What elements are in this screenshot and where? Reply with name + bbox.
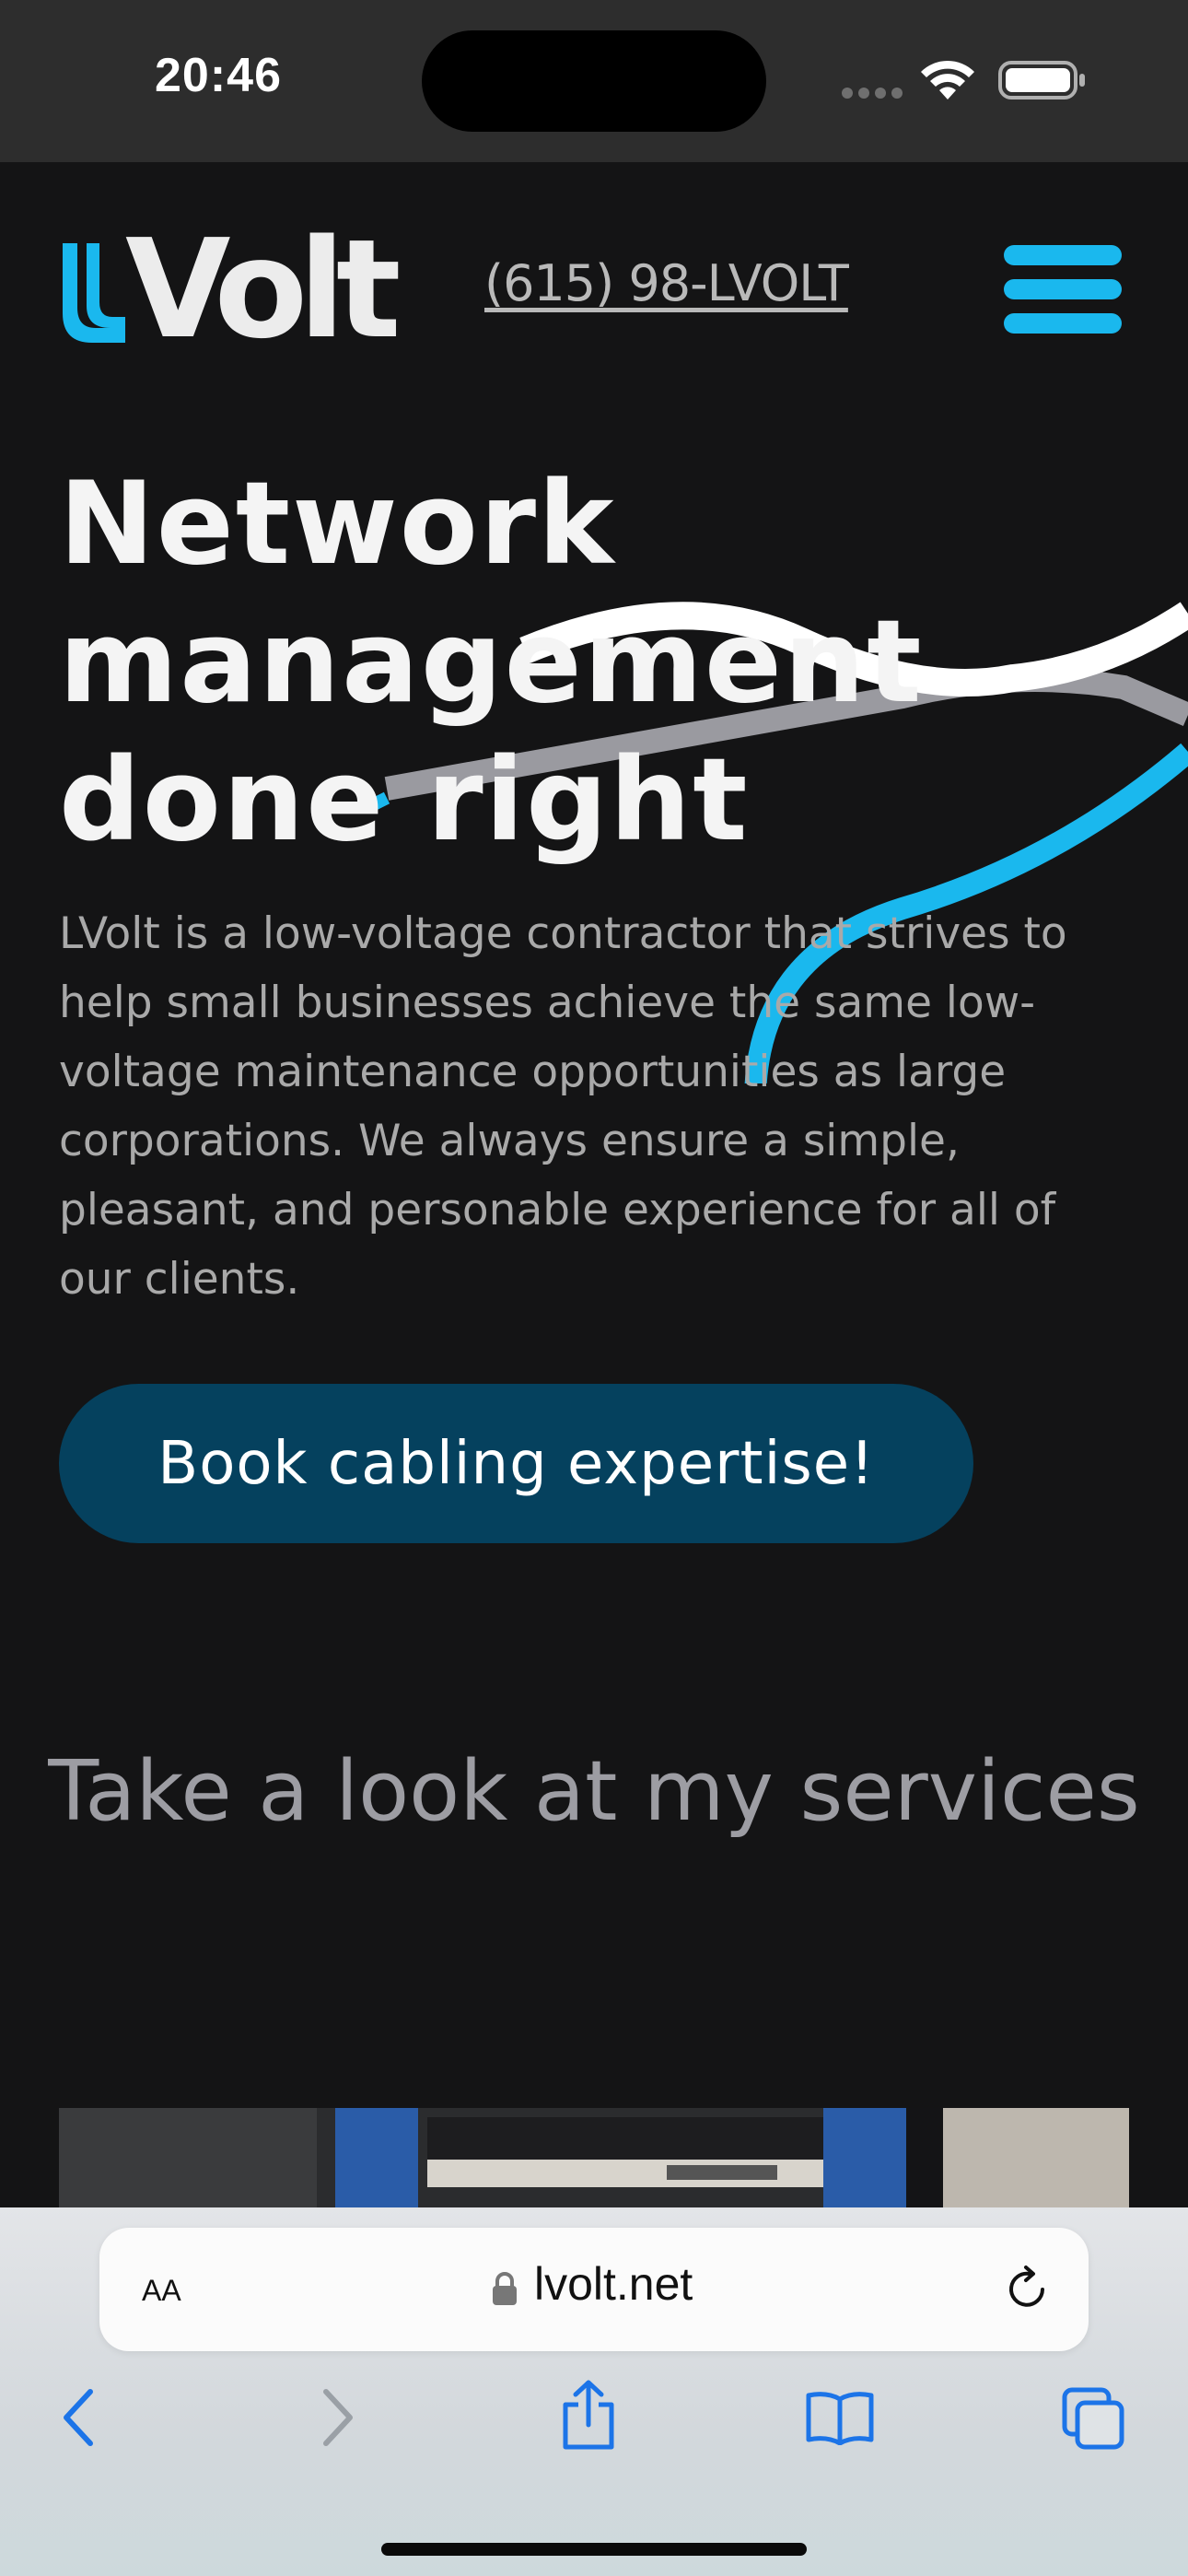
chevron-left-icon[interactable] bbox=[61, 2388, 98, 2447]
hero-title: Network management done right bbox=[59, 455, 1072, 870]
battery-icon bbox=[998, 61, 1085, 100]
reader-settings-button[interactable]: AA bbox=[142, 2265, 181, 2311]
chevron-right-icon[interactable] bbox=[319, 2388, 355, 2447]
lock-icon bbox=[493, 2272, 517, 2305]
dynamic-island bbox=[422, 30, 766, 132]
share-icon[interactable] bbox=[560, 2379, 617, 2451]
hamburger-menu-icon[interactable] bbox=[1004, 245, 1122, 334]
cellular-signal-icon bbox=[842, 85, 908, 102]
hero-title-line-2: management bbox=[59, 596, 924, 729]
web-page: Volt (615) 98-LVOLT Network management d… bbox=[0, 162, 1188, 2207]
wifi-icon bbox=[921, 60, 974, 100]
address-bar[interactable]: AA lvolt.net bbox=[99, 2228, 1089, 2351]
phone-link[interactable]: (615) 98-LVOLT bbox=[484, 254, 849, 312]
services-heading: Take a look at my services bbox=[48, 1743, 1140, 1840]
status-time: 20:46 bbox=[155, 49, 282, 102]
aa-label: AA bbox=[142, 2274, 181, 2307]
home-indicator bbox=[381, 2543, 807, 2556]
status-bar: 20:46 bbox=[0, 0, 1188, 162]
url-text: lvolt.net bbox=[534, 2258, 693, 2310]
tabs-icon[interactable] bbox=[1061, 2386, 1125, 2451]
book-icon[interactable] bbox=[805, 2390, 875, 2445]
reload-icon[interactable] bbox=[1002, 2265, 1052, 2314]
services-photo bbox=[59, 2108, 1129, 2207]
book-cabling-button[interactable]: Book cabling expertise! bbox=[59, 1384, 973, 1543]
logo-text: Volt bbox=[125, 210, 402, 369]
network-rack-image bbox=[59, 2108, 1129, 2207]
safari-toolbar: AA lvolt.net bbox=[0, 2207, 1188, 2576]
hero-description: LVolt is a low-voltage contractor that s… bbox=[59, 908, 1067, 1305]
logo-l-mark-icon bbox=[63, 243, 125, 343]
hero-title-line-1: Network bbox=[59, 458, 616, 591]
hero-title-line-3: done right bbox=[59, 734, 750, 867]
